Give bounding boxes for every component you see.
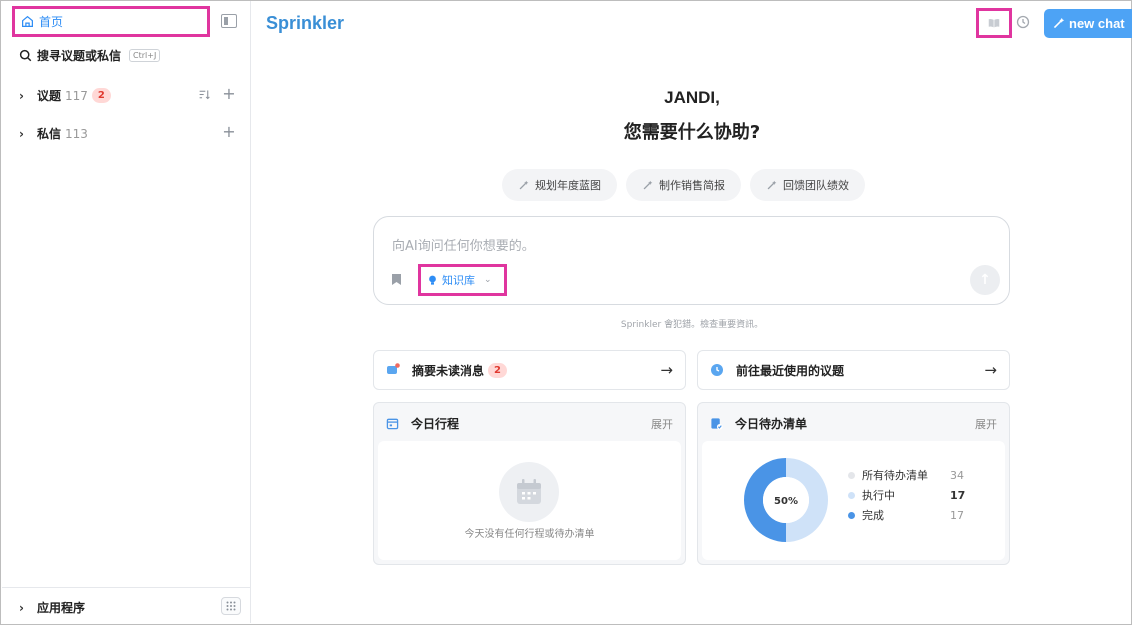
todo-widget-title: 今日待办清单 <box>735 417 808 431</box>
ai-prompt-box: 向AI询问任何你想要的。 知识库 ⌄ ↑ <box>373 216 1010 305</box>
home-icon <box>22 15 33 27</box>
suggestion-chip[interactable]: 规划年度蓝图 <box>502 169 617 201</box>
search-icon <box>19 49 32 62</box>
summarize-unread-card[interactable]: 摘要未读消息 2 → <box>373 350 686 390</box>
new-chat-label: new chat <box>1069 16 1125 31</box>
sidebar-item-home-label: 首页 <box>39 15 64 29</box>
greeting-name: JANDI, <box>664 88 720 107</box>
search-label: 搜寻议题或私信 <box>37 49 122 63</box>
book-icon <box>988 19 1000 28</box>
dms-count: 113 <box>65 126 88 141</box>
schedule-widget-title: 今日行程 <box>411 417 460 431</box>
chevron-right-icon: › <box>19 88 24 103</box>
magic-wand-icon <box>767 180 777 189</box>
recent-topic-card[interactable]: 前往最近使用的议题 → <box>697 350 1010 390</box>
unread-count-badge: 2 <box>488 362 507 378</box>
schedule-widget-header: 今日行程 <box>386 415 459 432</box>
legend-value: 17 <box>950 508 964 522</box>
todo-expand-link[interactable]: 展开 <box>975 416 997 432</box>
legend-value: 17 <box>950 488 966 502</box>
today-schedule-widget: 今日行程 展开 今天没有任何行程或待办清单 <box>373 402 686 565</box>
todo-progress-donut: 50% <box>744 458 828 542</box>
knowledge-base-label: 知识库 <box>442 274 475 287</box>
sidebar-item-topics[interactable]: › 议题 117 2 <box>19 87 111 104</box>
app-brand-title: Sprinkler <box>266 13 345 33</box>
sidebar-item-home[interactable]: 首页 <box>12 6 210 37</box>
suggestion-label: 制作销售简报 <box>659 179 725 192</box>
legend-label: 完成 <box>862 509 884 522</box>
greeting-question: 您需要什么协助? <box>623 122 761 143</box>
add-dm-icon[interactable]: + <box>220 122 238 141</box>
legend-dot <box>848 511 855 519</box>
apps-label: 应用程序 <box>37 601 86 615</box>
legend-dot <box>848 491 855 499</box>
magic-wand-icon <box>643 180 653 189</box>
legend-row-in-progress: 执行中 17 <box>848 485 974 505</box>
topics-unread-badge: 2 <box>91 88 111 103</box>
topics-label: 议题 <box>37 89 62 103</box>
lightbulb-icon <box>429 275 436 285</box>
legend-dot <box>848 471 855 479</box>
schedule-expand-link[interactable]: 展开 <box>651 416 673 432</box>
apps-grid-icon[interactable] <box>221 597 241 615</box>
recent-topic-label: 前往最近使用的议题 <box>736 363 845 378</box>
knowledge-book-button[interactable] <box>976 8 1012 38</box>
new-chat-button[interactable]: new chat <box>1044 9 1132 38</box>
ai-disclaimer: Sprinkler 會犯錯。檢查重要資訊。 <box>620 320 764 330</box>
checklist-icon <box>711 418 723 430</box>
sidebar-search[interactable]: 搜寻议题或私信 Ctrl+J <box>19 47 161 64</box>
sidebar-collapse-icon[interactable] <box>221 14 237 28</box>
arrow-right-icon: → <box>984 361 997 379</box>
ai-prompt-input[interactable]: 向AI询问任何你想要的。 <box>392 235 535 254</box>
search-shortcut-badge: Ctrl+J <box>129 49 161 62</box>
sidebar-apps-section: › 应用程序 <box>2 587 251 623</box>
add-topic-icon[interactable]: + <box>220 84 238 103</box>
sidebar: 首页 搜寻议题或私信 Ctrl+J › 议题 117 2 + › 私信 113 … <box>1 1 251 623</box>
suggestion-label: 回馈团队绩效 <box>783 179 849 192</box>
empty-calendar-icon <box>499 462 559 522</box>
clock-icon <box>711 364 723 376</box>
summarize-unread-label: 摘要未读消息 <box>412 363 485 378</box>
schedule-empty-text: 今天没有任何行程或待办清单 <box>464 529 595 540</box>
sidebar-item-dms[interactable]: › 私信 113 <box>19 125 88 142</box>
suggestion-chips: 规划年度蓝图 制作销售简报 回馈团队绩效 <box>502 169 865 201</box>
chat-bubble-icon <box>387 363 400 374</box>
history-icon[interactable] <box>1015 14 1031 30</box>
magic-wand-icon <box>519 180 529 189</box>
chevron-right-icon: › <box>19 126 24 141</box>
dms-label: 私信 <box>37 127 62 141</box>
suggestion-chip[interactable]: 制作销售简报 <box>626 169 741 201</box>
donut-percent-label: 50% <box>774 496 798 507</box>
suggestion-label: 规划年度蓝图 <box>535 179 601 192</box>
magic-wand-icon <box>1053 17 1065 29</box>
chevron-right-icon: › <box>19 600 24 615</box>
arrow-up-icon: ↑ <box>979 272 991 288</box>
legend-label: 所有待办清单 <box>862 469 928 482</box>
todo-legend: 所有待办清单 34 执行中 17 完成 17 <box>848 465 974 525</box>
legend-row-all: 所有待办清单 34 <box>848 465 974 485</box>
todo-widget-header: 今日待办清单 <box>710 415 807 432</box>
today-todo-widget: 今日待办清单 展开 50% 所有待办清单 34 执行中 17 完成 17 <box>697 402 1010 565</box>
legend-label: 执行中 <box>862 489 895 502</box>
bookmark-icon[interactable] <box>392 274 401 285</box>
knowledge-base-dropdown[interactable]: 知识库 ⌄ <box>418 264 507 296</box>
sort-icon[interactable] <box>195 85 213 103</box>
chevron-down-icon: ⌄ <box>484 275 492 285</box>
arrow-right-icon: → <box>660 361 673 379</box>
todo-widget-body: 50% 所有待办清单 34 执行中 17 完成 17 <box>702 441 1005 560</box>
suggestion-chip[interactable]: 回馈团队绩效 <box>750 169 865 201</box>
schedule-widget-body: 今天没有任何行程或待办清单 <box>378 441 681 560</box>
legend-row-done: 完成 17 <box>848 505 974 525</box>
legend-value: 34 <box>950 468 964 482</box>
topics-count: 117 <box>65 88 88 103</box>
send-button[interactable]: ↑ <box>970 265 1000 295</box>
sidebar-item-apps[interactable]: › 应用程序 <box>19 599 85 616</box>
calendar-icon <box>386 418 399 430</box>
